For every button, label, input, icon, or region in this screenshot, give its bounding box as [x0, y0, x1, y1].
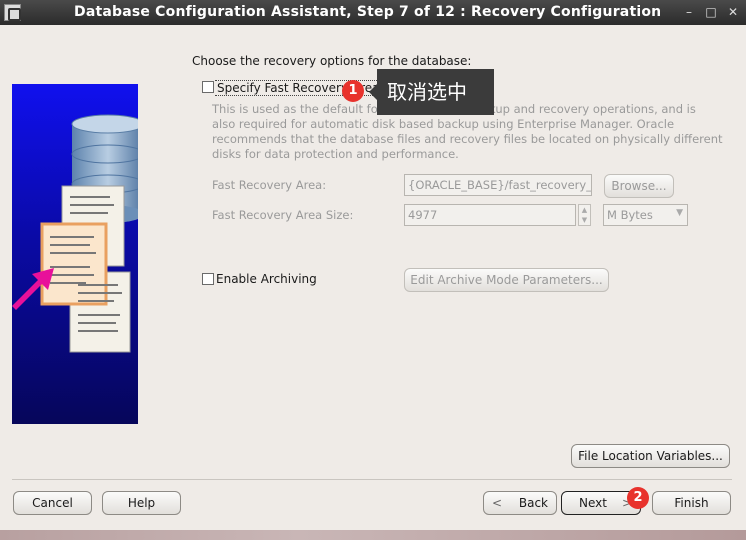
fra-size-label: Fast Recovery Area Size:	[212, 208, 354, 222]
spinner-down-icon[interactable]: ▼	[579, 215, 590, 225]
size-unit-value: M Bytes	[607, 208, 653, 222]
chevron-left-icon: <	[492, 496, 503, 510]
window-titlebar: Database Configuration Assistant, Step 7…	[0, 0, 746, 25]
chevron-down-icon: ▼	[676, 208, 683, 218]
fra-size-field[interactable]: 4977	[404, 204, 576, 226]
size-spinner[interactable]: ▲ ▼	[578, 204, 591, 226]
step-badge-2: 2	[627, 487, 649, 509]
close-icon[interactable]: ✕	[724, 3, 742, 21]
intro-text: Choose the recovery options for the data…	[192, 54, 472, 68]
finish-button[interactable]: Finish	[652, 491, 731, 515]
archive-params-button[interactable]: Edit Archive Mode Parameters...	[404, 268, 609, 292]
size-unit-select[interactable]: M Bytes ▼	[603, 204, 688, 226]
minimize-icon[interactable]: –	[680, 3, 698, 21]
file-location-button[interactable]: File Location Variables...	[571, 444, 730, 468]
desktop-strip	[0, 530, 746, 540]
maximize-icon[interactable]: □	[702, 3, 720, 21]
window-title: Database Configuration Assistant, Step 7…	[74, 4, 662, 20]
spinner-up-icon[interactable]: ▲	[579, 205, 590, 215]
annotation-tooltip: 取消选中	[369, 69, 494, 115]
step-badge-1: 1	[342, 80, 364, 102]
fra-location-field[interactable]: {ORACLE_BASE}/fast_recovery_area	[404, 174, 592, 196]
footer-separator	[12, 479, 732, 480]
browse-button[interactable]: Browse...	[604, 174, 674, 198]
back-button[interactable]: < Back	[483, 491, 557, 515]
back-label: Back	[518, 496, 548, 510]
next-label: Next	[579, 496, 607, 510]
help-button[interactable]: Help	[102, 491, 181, 515]
fra-checkbox[interactable]	[202, 81, 214, 93]
fra-label: Fast Recovery Area:	[212, 178, 327, 192]
cancel-button[interactable]: Cancel	[13, 491, 92, 515]
side-illustration	[12, 84, 138, 424]
archiving-label[interactable]: Enable Archiving	[216, 272, 317, 286]
app-icon	[4, 4, 21, 21]
archiving-checkbox[interactable]	[202, 273, 214, 285]
